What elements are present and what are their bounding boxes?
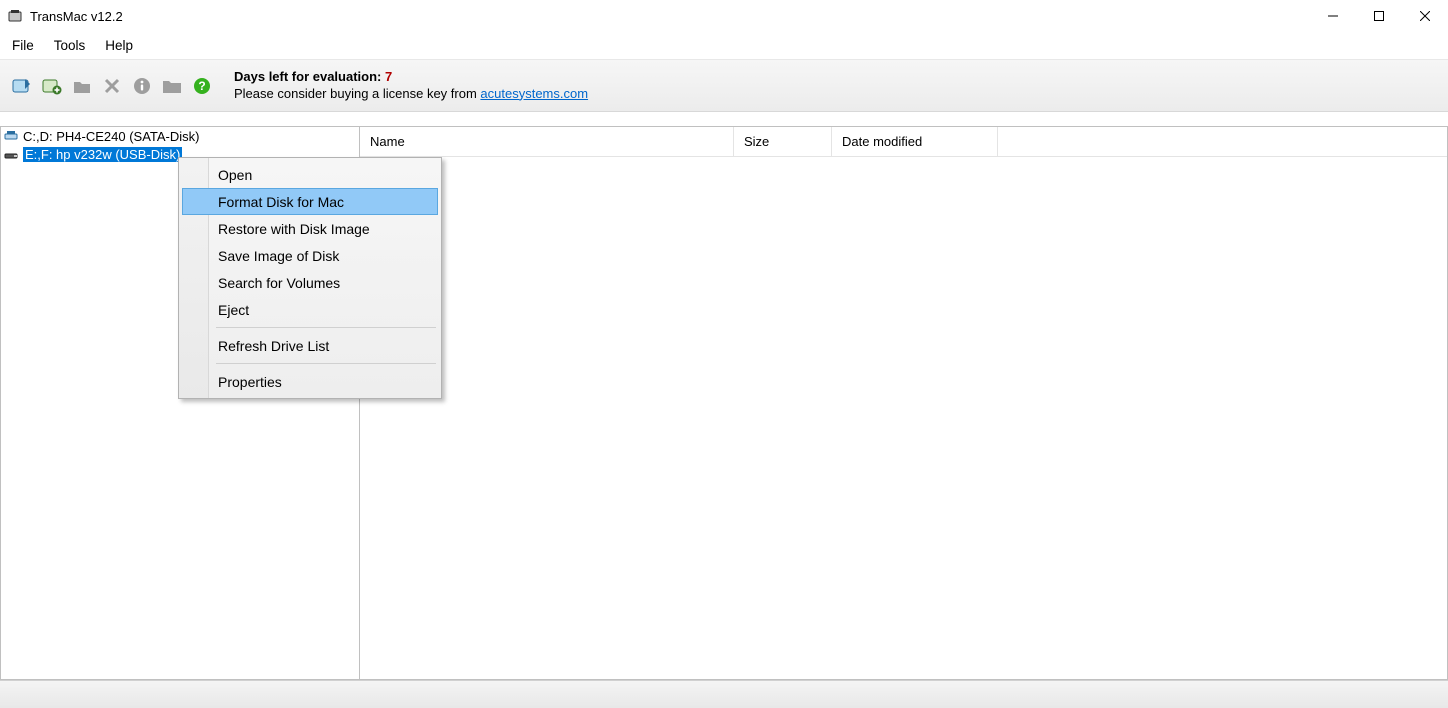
close-button[interactable] (1402, 0, 1448, 32)
drive-usb-icon (3, 146, 19, 162)
column-header-date[interactable]: Date modified (832, 127, 998, 156)
menu-file[interactable]: File (2, 34, 44, 57)
context-menu-separator (216, 327, 436, 328)
maximize-button[interactable] (1356, 0, 1402, 32)
statusbar (0, 680, 1448, 708)
app-icon (6, 7, 24, 25)
context-menu-save[interactable]: Save Image of Disk (182, 242, 438, 269)
drive-internal-icon (3, 128, 19, 144)
evaluation-notice: Days left for evaluation: 7 Please consi… (234, 69, 588, 102)
tree-label: C:,D: PH4-CE240 (SATA-Disk) (23, 129, 200, 144)
context-menu-eject[interactable]: Eject (182, 296, 438, 323)
delete-icon[interactable] (100, 74, 124, 98)
svg-text:?: ? (198, 79, 205, 93)
context-menu-format[interactable]: Format Disk for Mac (182, 188, 438, 215)
new-folder-icon[interactable] (160, 74, 184, 98)
open-disk-image-icon[interactable] (10, 74, 34, 98)
context-menu: Open Format Disk for Mac Restore with Di… (178, 157, 442, 399)
evaluation-buy-text: Please consider buying a license key fro… (234, 86, 480, 101)
context-menu-refresh[interactable]: Refresh Drive List (182, 332, 438, 359)
window-controls (1310, 0, 1448, 32)
evaluation-link[interactable]: acutesystems.com (480, 86, 588, 101)
context-menu-open[interactable]: Open (182, 161, 438, 188)
help-icon[interactable]: ? (190, 74, 214, 98)
minimize-button[interactable] (1310, 0, 1356, 32)
titlebar: TransMac v12.2 (0, 0, 1448, 32)
tree-label: E:,F: hp v232w (USB-Disk) (23, 147, 182, 162)
info-icon[interactable] (130, 74, 154, 98)
file-list[interactable]: Name Size Date modified (360, 126, 1448, 680)
context-menu-separator (216, 363, 436, 364)
tree-row-drive-internal[interactable]: C:,D: PH4-CE240 (SATA-Disk) (1, 127, 359, 145)
new-disk-image-icon[interactable] (40, 74, 64, 98)
column-header-size[interactable]: Size (734, 127, 832, 156)
menu-tools[interactable]: Tools (44, 34, 96, 57)
list-header: Name Size Date modified (360, 127, 1447, 157)
copy-icon[interactable] (70, 74, 94, 98)
context-menu-restore[interactable]: Restore with Disk Image (182, 215, 438, 242)
context-menu-search[interactable]: Search for Volumes (182, 269, 438, 296)
evaluation-days-left: 7 (385, 69, 392, 84)
evaluation-label: Days left for evaluation: (234, 69, 385, 84)
menu-help[interactable]: Help (95, 34, 143, 57)
context-menu-properties[interactable]: Properties (182, 368, 438, 395)
menubar: File Tools Help (0, 32, 1448, 60)
column-header-name[interactable]: Name (360, 127, 734, 156)
toolbar: ? Days left for evaluation: 7 Please con… (0, 60, 1448, 112)
window-title: TransMac v12.2 (30, 9, 123, 24)
